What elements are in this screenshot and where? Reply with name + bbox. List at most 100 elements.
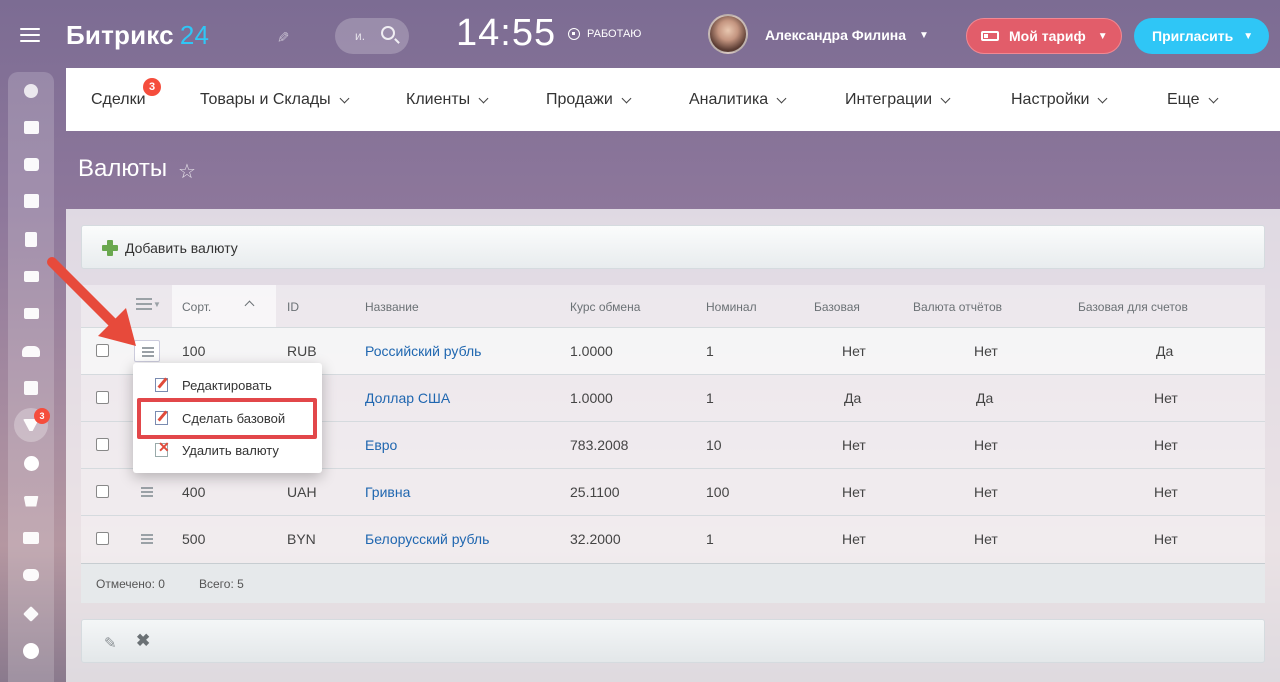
column-header-invoice-base[interactable]: Базовая для счетов [1078,300,1188,314]
page-title: Валюты [78,155,168,182]
tariff-button[interactable]: Мой тариф ▼ [966,18,1122,54]
cell-name-link[interactable]: Российский рубль [365,343,481,359]
search-placeholder: и. [355,29,366,43]
delete-icon[interactable]: ✖ [136,631,150,651]
top-header: Битрикс 24 ✎ и. 14:55 РАБОТАЮ Александра … [0,0,1280,68]
nav-item-sales[interactable]: Продажи [546,91,632,109]
menu-item-edit[interactable]: Редактировать [133,370,322,400]
nav-item-label: Товары и Склады [200,91,331,108]
table-header: ▼ Сорт. ID Название Курс обмена Номинал … [81,285,1265,327]
user-name[interactable]: Александра Филина [765,27,906,43]
cell-name-link[interactable]: Белорусский рубль [365,531,489,547]
logo-number: 24 [179,20,210,50]
row-menu-icon[interactable] [134,481,160,503]
chevron-down-icon: ▼ [1243,30,1254,42]
cell-id: UAH [287,484,317,500]
nav-item-more[interactable]: Еще [1167,91,1219,109]
star-icon[interactable]: ☆ [178,159,196,184]
chevron-down-icon [478,93,489,103]
nav-item-label: Продажи [546,91,613,108]
nav-item-label: Настройки [1011,91,1090,108]
crm-filter-icon[interactable]: 3 [20,408,50,436]
nav-item-label: Интеграции [845,91,933,108]
row-checkbox[interactable] [96,532,109,545]
feed-icon[interactable] [20,116,42,138]
cell-invoice-base: Нет [1154,484,1178,500]
row-checkbox[interactable] [96,485,109,498]
menu-item-label: Редактировать [182,378,272,393]
cell-id: BYN [287,531,316,547]
column-header-nominal[interactable]: Номинал [706,300,757,314]
chevron-down-icon[interactable]: ▼ [919,30,929,41]
nav-item-products[interactable]: Товары и Склады [200,91,350,109]
row-checkbox[interactable] [96,391,109,404]
group-actions-bar: ✎ ✖ [81,619,1265,663]
pencil-icon[interactable]: ✎ [273,31,291,44]
nav-item-deals[interactable]: Сделки [91,91,146,109]
add-currency-button[interactable]: Добавить валюту [81,225,1265,269]
contacts-icon[interactable] [20,527,42,549]
nav-item-label: Аналитика [689,91,769,108]
cell-name-link[interactable]: Гривна [365,484,410,500]
calendar-icon[interactable] [20,190,42,212]
table-footer: Отмечено: 0 Всего: 5 [81,563,1265,603]
column-header-id[interactable]: ID [287,300,299,314]
nav-item-analytics[interactable]: Аналитика [689,91,787,109]
nav-item-clients[interactable]: Клиенты [406,91,489,109]
column-header-report[interactable]: Валюта отчётов [913,300,1002,314]
cart-icon[interactable] [20,490,42,512]
cell-invoice-base: Да [1156,343,1174,359]
cell-name-link[interactable]: Доллар США [365,390,450,406]
box-icon[interactable] [20,603,42,625]
target-icon[interactable] [20,452,42,474]
table-row[interactable]: 400 UAH Гривна 25.1100 100 Нет Нет Нет [81,468,1265,515]
cell-base: Нет [842,531,866,547]
nav-item-label: Сделки [91,91,146,108]
pulse-icon[interactable] [20,80,42,102]
search-input[interactable]: и. [335,18,409,54]
menu-item-delete[interactable]: ✕ Удалить валюту [133,435,322,465]
chevron-down-icon: ▼ [153,300,161,309]
robot-icon[interactable] [20,564,42,586]
table-row[interactable]: 500 BYN Белорусский рубль 32.2000 1 Нет … [81,515,1265,562]
cell-report: Нет [974,343,998,359]
column-header-base[interactable]: Базовая [814,300,860,314]
mail-icon[interactable] [20,302,42,324]
nav-item-settings[interactable]: Настройки [1011,91,1108,109]
menu-item-label: Удалить валюту [182,443,279,458]
cell-nominal: 1 [706,343,714,359]
cell-base: Нет [842,437,866,453]
row-checkbox[interactable] [96,438,109,451]
invite-button[interactable]: Пригласить ▼ [1134,18,1269,54]
cell-invoice-base: Нет [1154,390,1178,406]
users-icon[interactable] [20,340,42,362]
logo-text: Битрикс [66,20,174,50]
nav-item-label: Клиенты [406,91,471,108]
nav-item-label: Еще [1167,91,1200,108]
avatar[interactable] [708,14,748,54]
chevron-down-icon [1098,93,1108,103]
total-count: Всего: 5 [199,577,244,591]
drive-icon[interactable] [20,265,42,287]
cell-rate: 783.2008 [570,437,629,453]
work-status-label: РАБОТАЮ [587,28,642,40]
tasks-icon[interactable] [20,377,42,399]
cell-report: Нет [974,531,998,547]
column-header-sort[interactable]: Сорт. [182,300,211,314]
column-header-name[interactable]: Название [365,300,419,314]
column-header-rate[interactable]: Курс обмена [570,300,640,314]
work-status-button[interactable]: РАБОТАЮ [568,28,641,40]
more-icon[interactable] [20,640,42,662]
logo[interactable]: Битрикс 24 [66,20,209,51]
chat-icon[interactable] [20,153,42,175]
cell-name-link[interactable]: Евро [365,437,397,453]
cell-sort: 100 [182,343,206,359]
docs-icon[interactable] [20,228,42,250]
cell-rate: 1.0000 [570,390,613,406]
cell-invoice-base: Нет [1154,437,1178,453]
nav-item-integrations[interactable]: Интеграции [845,91,951,109]
edit-icon[interactable]: ✎ [104,634,118,652]
chevron-down-icon [1208,93,1219,103]
row-menu-icon[interactable] [134,528,160,550]
menu-burger-icon[interactable] [20,28,40,42]
